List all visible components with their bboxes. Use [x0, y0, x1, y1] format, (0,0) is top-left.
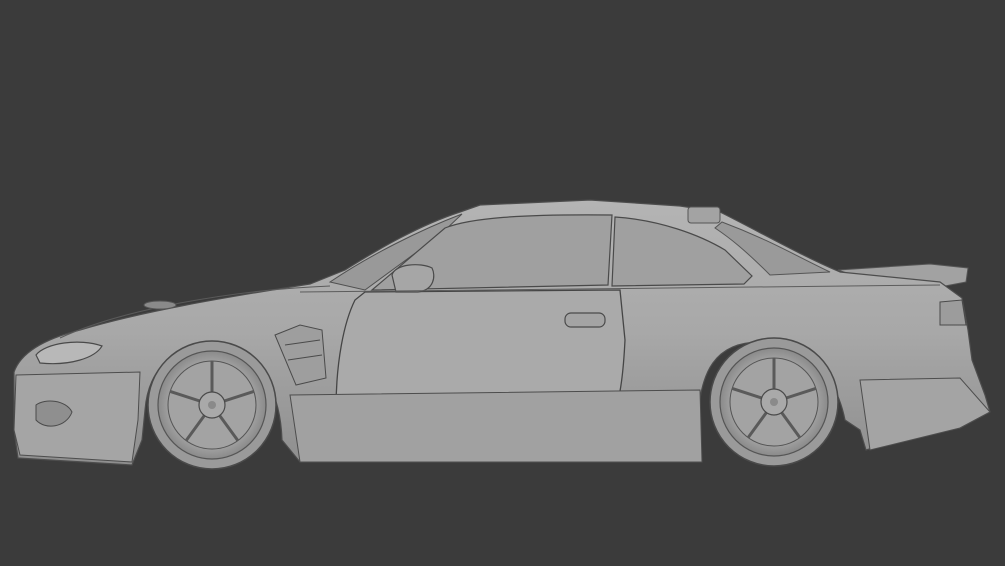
rear-wheel	[709, 337, 839, 467]
hood-vent	[143, 300, 177, 310]
front-bumper	[13, 371, 141, 463]
3d-viewport[interactable]	[0, 0, 1005, 566]
car-model	[13, 199, 991, 470]
tail-light	[939, 299, 967, 326]
side-mirror	[391, 264, 435, 293]
door-handle	[564, 312, 606, 328]
front-wheel	[147, 340, 277, 470]
roof-antenna	[687, 206, 721, 224]
side-skirt	[289, 389, 703, 463]
